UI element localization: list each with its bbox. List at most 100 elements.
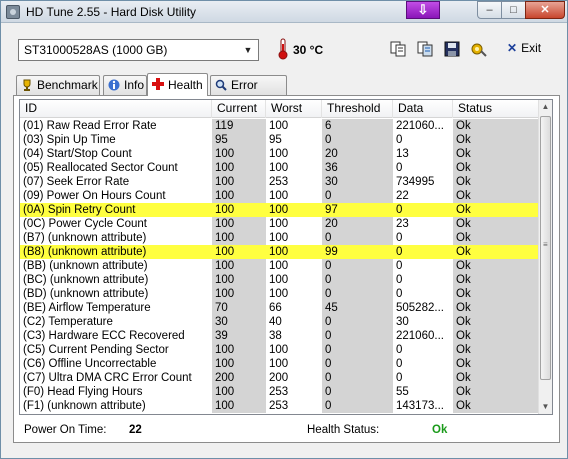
table-row[interactable]: (B8) (unknown attribute) 100 100 99 0 Ok <box>20 245 540 259</box>
copy-icon[interactable] <box>389 40 407 58</box>
cell-threshold: 45 <box>322 301 393 315</box>
cell-id: (04) Start/Stop Count <box>23 148 132 160</box>
cell-worst: 100 <box>269 190 289 202</box>
table-row[interactable]: (B7) (unknown attribute) 100 100 0 0 Ok <box>20 231 540 245</box>
table-row[interactable]: (07) Seek Error Rate 100 253 30 734995 Ok <box>20 175 540 189</box>
cell-data: 0 <box>396 260 403 272</box>
cell-current: 200 <box>212 371 266 385</box>
tab-label: Health <box>168 78 203 92</box>
copy-all-icon[interactable] <box>416 40 434 58</box>
cell-threshold: 0 <box>322 287 393 301</box>
cell-data: 734995 <box>396 176 435 188</box>
tab-benchmark[interactable]: Benchmark <box>16 75 100 95</box>
cell-data: 143173... <box>396 400 444 412</box>
table-row[interactable]: (09) Power On Hours Count 100 100 0 22 Ok <box>20 189 540 203</box>
table-row[interactable]: (C3) Hardware ECC Recovered 39 38 0 221060..… <box>20 329 540 343</box>
cell-current: 95 <box>212 133 266 147</box>
title-bar[interactable]: HD Tune 2.55 - Hard Disk Utility ⇩ – □ ✕ <box>1 1 567 23</box>
scroll-up-arrow-icon[interactable]: ▲ <box>539 100 552 114</box>
cell-id: (05) Reallocated Sector Count <box>23 162 178 174</box>
cell-data: 22 <box>396 190 409 202</box>
health-status-label: Health Status: <box>307 424 380 436</box>
table-row[interactable]: (C6) Offline Uncorrectable 100 100 0 0 Ok <box>20 357 540 371</box>
cell-status: Ok <box>453 175 540 189</box>
cell-id: (BE) Airflow Temperature <box>23 302 151 314</box>
minimize-button[interactable]: – <box>477 1 502 19</box>
table-row[interactable]: (0C) Power Cycle Count 100 100 20 23 Ok <box>20 217 540 231</box>
cell-current: 39 <box>212 329 266 343</box>
save-icon[interactable] <box>443 40 461 58</box>
cell-current: 100 <box>212 245 266 259</box>
cell-id: (C3) Hardware ECC Recovered <box>23 330 185 342</box>
table-row[interactable]: (05) Reallocated Sector Count 100 100 36 0 Ok <box>20 161 540 175</box>
cell-data: 0 <box>396 288 403 300</box>
column-header-id[interactable]: ID <box>20 100 212 118</box>
table-row[interactable]: (F1) (unknown attribute) 100 253 0 143173...… <box>20 399 540 413</box>
cell-id: (F0) Head Flying Hours <box>23 386 143 398</box>
tab-error-scan[interactable]: Error Scan <box>210 75 287 110</box>
health-panel: ID Current Worst Threshold Data Status (… <box>13 95 560 443</box>
download-icon[interactable]: ⇩ <box>406 1 440 19</box>
cell-status: Ok <box>453 133 540 147</box>
cell-worst: 100 <box>269 260 289 272</box>
cell-worst: 253 <box>269 400 289 412</box>
cell-threshold: 99 <box>322 245 393 259</box>
smart-attribute-table[interactable]: ID Current Worst Threshold Data Status (… <box>19 99 553 415</box>
column-header-threshold[interactable]: Threshold <box>322 100 393 118</box>
table-row[interactable]: (C7) Ultra DMA CRC Error Count 200 200 0 0 Ok <box>20 371 540 385</box>
table-row[interactable]: (BE) Airflow Temperature 70 66 45 505282... O… <box>20 301 540 315</box>
table-row[interactable]: (0A) Spin Retry Count 100 100 97 0 Ok <box>20 203 540 217</box>
cell-data: 30 <box>396 316 409 328</box>
cell-data: 55 <box>396 386 409 398</box>
magnifier-icon <box>215 79 227 91</box>
cell-threshold: 0 <box>322 231 393 245</box>
cell-threshold: 0 <box>322 343 393 357</box>
table-row[interactable]: (04) Start/Stop Count 100 100 20 13 Ok <box>20 147 540 161</box>
table-row[interactable]: (BD) (unknown attribute) 100 100 0 0 Ok <box>20 287 540 301</box>
cell-id: (C5) Current Pending Sector <box>23 344 169 356</box>
vertical-scrollbar[interactable]: ▲ ≡ ▼ <box>538 100 552 414</box>
chevron-down-icon[interactable]: ▼ <box>241 43 255 57</box>
cell-status: Ok <box>453 119 540 133</box>
cell-worst: 200 <box>269 372 289 384</box>
drive-select[interactable]: ST31000528AS (1000 GB) ▼ <box>18 39 259 61</box>
table-row[interactable]: (BB) (unknown attribute) 100 100 0 0 Ok <box>20 259 540 273</box>
cell-status: Ok <box>453 385 540 399</box>
cell-current: 70 <box>212 301 266 315</box>
cell-status: Ok <box>453 203 540 217</box>
tab-info[interactable]: Info <box>103 75 147 95</box>
exit-button[interactable]: ✕ Exit <box>507 41 541 59</box>
cell-threshold: 20 <box>322 147 393 161</box>
cell-worst: 100 <box>269 232 289 244</box>
cell-worst: 100 <box>269 358 289 370</box>
cell-id: (C7) Ultra DMA CRC Error Count <box>23 372 192 384</box>
column-header-status[interactable]: Status <box>453 100 540 118</box>
cell-status: Ok <box>453 343 540 357</box>
maximize-button[interactable]: □ <box>501 1 526 19</box>
drive-select-value: ST31000528AS (1000 GB) <box>24 43 168 57</box>
cell-id: (01) Raw Read Error Rate <box>23 120 157 132</box>
table-row[interactable]: (BC) (unknown attribute) 100 100 0 0 Ok <box>20 273 540 287</box>
cell-data: 221060... <box>396 120 444 132</box>
table-row[interactable]: (01) Raw Read Error Rate 119 100 6 221060...… <box>20 119 540 133</box>
cell-worst: 66 <box>269 302 282 314</box>
cell-status: Ok <box>453 189 540 203</box>
table-row[interactable]: (03) Spin Up Time 95 95 0 0 Ok <box>20 133 540 147</box>
scroll-down-arrow-icon[interactable]: ▼ <box>539 400 552 414</box>
cell-status: Ok <box>453 161 540 175</box>
temperature-readout: 30 °C <box>293 43 324 57</box>
close-button[interactable]: ✕ <box>525 1 565 19</box>
column-header-data[interactable]: Data <box>393 100 453 118</box>
cell-id: (03) Spin Up Time <box>23 134 116 146</box>
cell-status: Ok <box>453 259 540 273</box>
table-row[interactable]: (F0) Head Flying Hours 100 253 0 55 Ok <box>20 385 540 399</box>
table-row[interactable]: (C5) Current Pending Sector 100 100 0 0 Ok <box>20 343 540 357</box>
options-icon[interactable] <box>470 40 488 58</box>
column-header-worst[interactable]: Worst <box>266 100 322 118</box>
cell-worst: 100 <box>269 218 289 230</box>
table-row[interactable]: (C2) Temperature 30 40 0 30 Ok <box>20 315 540 329</box>
cell-current: 100 <box>212 203 266 217</box>
column-header-current[interactable]: Current <box>212 100 266 118</box>
tab-health[interactable]: Health <box>147 73 208 96</box>
scrollbar-thumb[interactable]: ≡ <box>540 116 551 380</box>
